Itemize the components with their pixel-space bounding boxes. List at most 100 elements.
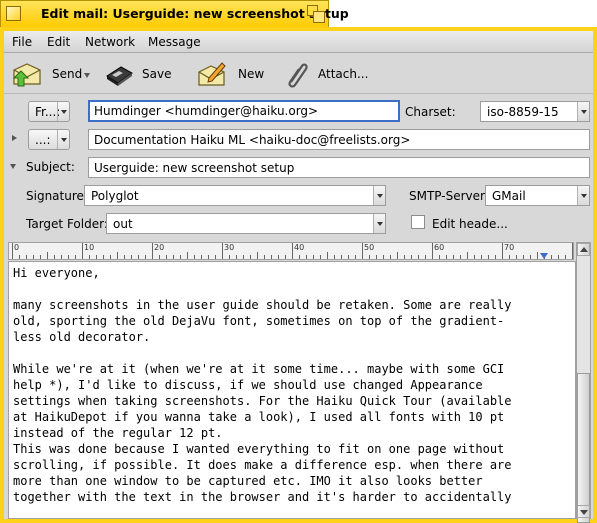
ruler-tick	[348, 255, 349, 259]
ruler-tick	[474, 255, 475, 259]
ruler-tick	[376, 255, 377, 259]
save-button[interactable]: Save	[104, 60, 180, 88]
ruler[interactable]: 01020304050607080	[8, 242, 574, 260]
edit-header-label: Edit heade...	[432, 217, 508, 231]
send-dropdown-icon[interactable]	[84, 73, 90, 78]
to-button-label: ...:	[35, 133, 51, 147]
scroll-down-button[interactable]	[577, 505, 590, 518]
ruler-tick	[243, 255, 244, 259]
ruler-tick	[201, 255, 202, 259]
ruler-tick	[47, 252, 48, 259]
body-line: Hi everyone,	[13, 266, 100, 280]
ruler-label: 30	[224, 243, 235, 252]
ruler-tick	[320, 255, 321, 259]
ruler-tick	[453, 255, 454, 259]
attach-label: Attach...	[318, 67, 369, 81]
new-button[interactable]: New	[197, 60, 267, 88]
signature-select[interactable]: Polyglot	[84, 185, 386, 206]
menu-network[interactable]: Network	[85, 35, 135, 49]
to-menu-button[interactable]: ...:	[28, 129, 70, 150]
scroll-up-button[interactable]	[577, 243, 590, 256]
charset-label: Charset:	[405, 105, 456, 119]
scroll-thumb[interactable]	[577, 373, 590, 523]
from-field[interactable]: Humdinger <humdinger@haiku.org>	[88, 100, 400, 122]
paperclip-icon	[288, 63, 308, 88]
ruler-tick	[292, 243, 293, 259]
right-margin-marker-icon[interactable]	[540, 253, 548, 259]
ruler-label: 50	[364, 243, 375, 252]
ruler-tick	[334, 255, 335, 259]
menu-edit[interactable]: Edit	[47, 35, 70, 49]
ruler-tick	[152, 243, 153, 259]
attach-button[interactable]: Attach...	[282, 60, 369, 88]
ruler-label: 0	[14, 243, 20, 252]
ruler-tick	[131, 255, 132, 259]
ruler-tick	[327, 252, 328, 259]
ruler-tick	[222, 243, 223, 259]
ruler-tick	[362, 243, 363, 259]
ruler-tick	[236, 255, 237, 259]
smtp-server-label: SMTP-Server:	[409, 189, 489, 203]
menu-message[interactable]: Message	[148, 35, 201, 49]
chevron-down-icon	[577, 102, 589, 121]
window-tab[interactable]: Edit mail: Userguide: new screenshot set…	[0, 0, 349, 27]
message-body[interactable]: Hi everyone, many screenshots in the user…	[8, 261, 576, 519]
ruler-label: 40	[294, 243, 305, 252]
ruler-tick	[551, 255, 552, 259]
charset-select[interactable]: iso-8859-15	[480, 101, 590, 122]
subject-label: Subject:	[26, 160, 75, 174]
body-line: While we're at it (when we're at it some…	[13, 362, 505, 376]
ruler-tick	[82, 243, 83, 259]
ruler-tick	[425, 255, 426, 259]
ruler-label: 70	[504, 243, 515, 252]
signature-value: Polyglot	[91, 189, 139, 203]
body-line: many screenshots in the user guide shoul…	[13, 298, 512, 312]
target-folder-select[interactable]: out	[106, 213, 386, 234]
expand-recipients-icon[interactable]	[12, 135, 17, 141]
ruler-tick	[40, 255, 41, 259]
ruler-tick	[558, 255, 559, 259]
smtp-server-select[interactable]: GMail	[485, 185, 590, 206]
ruler-tick	[187, 252, 188, 259]
body-line: scrolling, if possible. It does make a d…	[13, 458, 512, 472]
ruler-tick	[89, 255, 90, 259]
ruler-tick	[460, 255, 461, 259]
close-box-icon[interactable]	[6, 6, 21, 21]
send-icon	[12, 63, 41, 87]
ruler-tick	[523, 255, 524, 259]
from-menu-button[interactable]: Fr...:	[28, 101, 70, 122]
edit-header-checkbox[interactable]	[411, 215, 425, 229]
ruler-tick	[68, 255, 69, 259]
ruler-tick	[26, 255, 27, 259]
ruler-tick	[355, 255, 356, 259]
ruler-tick	[369, 255, 370, 259]
zoom-box-icon[interactable]	[307, 5, 325, 23]
collapse-header-icon[interactable]	[10, 164, 16, 169]
ruler-tick	[537, 252, 538, 259]
vertical-scrollbar[interactable]	[576, 242, 591, 523]
target-folder-label: Target Folder:	[26, 217, 108, 231]
ruler-tick	[124, 255, 125, 259]
ruler-tick	[488, 255, 489, 259]
ruler-label: 10	[84, 243, 95, 252]
ruler-tick	[180, 255, 181, 259]
chevron-down-icon	[373, 186, 385, 205]
ruler-tick	[271, 255, 272, 259]
menu-file[interactable]: File	[12, 35, 32, 49]
subject-field[interactable]: Userguide: new screenshot setup	[88, 157, 590, 178]
ruler-tick	[411, 255, 412, 259]
new-mail-icon	[198, 62, 226, 86]
to-field[interactable]: Documentation Haiku ML <haiku-doc@freeli…	[88, 129, 590, 150]
chevron-down-icon	[57, 130, 69, 149]
body-line: together with the text in the browser an…	[13, 490, 512, 504]
ruler-tick	[572, 243, 573, 259]
smtp-server-value: GMail	[492, 189, 526, 203]
menu-bar: File Edit Network Message	[4, 31, 593, 53]
send-label: Send	[52, 67, 83, 81]
ruler-tick	[446, 255, 447, 259]
ruler-tick	[418, 255, 419, 259]
ruler-tick	[173, 255, 174, 259]
save-label: Save	[142, 67, 172, 81]
send-button[interactable]: Send	[12, 60, 92, 88]
ruler-tick	[250, 255, 251, 259]
